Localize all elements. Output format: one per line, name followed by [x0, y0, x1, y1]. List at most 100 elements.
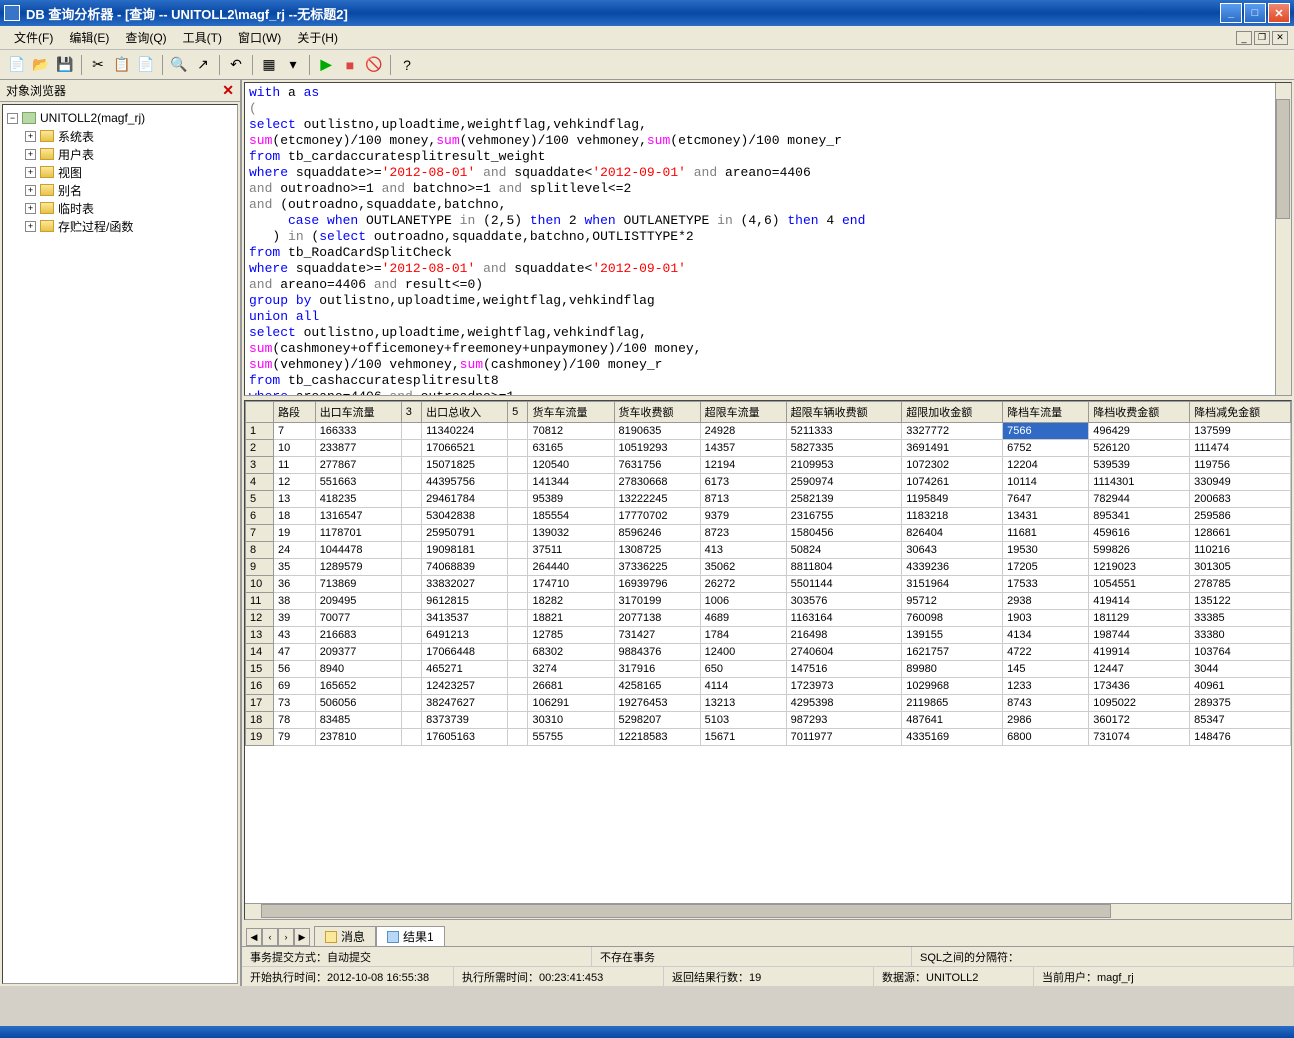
data-cell[interactable]: 539539 [1089, 457, 1190, 474]
data-cell[interactable]: 1621757 [902, 644, 1003, 661]
data-cell[interactable]: 27830668 [614, 474, 700, 491]
data-cell[interactable]: 1784 [700, 627, 786, 644]
data-cell[interactable]: 3413537 [422, 610, 508, 627]
data-cell[interactable]: 2109953 [786, 457, 902, 474]
find-icon[interactable]: 🔍 [168, 54, 190, 76]
data-cell[interactable]: 43 [274, 627, 316, 644]
data-cell[interactable]: 264440 [528, 559, 614, 576]
tab-messages[interactable]: 消息 [314, 926, 376, 946]
data-cell[interactable]: 106291 [528, 695, 614, 712]
data-cell[interactable]: 53042838 [422, 508, 508, 525]
data-cell[interactable] [401, 661, 421, 678]
data-cell[interactable] [401, 440, 421, 457]
data-cell[interactable]: 2590974 [786, 474, 902, 491]
data-cell[interactable]: 1903 [1003, 610, 1089, 627]
data-cell[interactable]: 259586 [1190, 508, 1291, 525]
data-cell[interactable]: 303576 [786, 593, 902, 610]
column-header[interactable]: 降档减免金额 [1190, 402, 1291, 423]
data-cell[interactable] [508, 457, 528, 474]
data-cell[interactable] [401, 695, 421, 712]
data-cell[interactable]: 12785 [528, 627, 614, 644]
row-number[interactable]: 18 [246, 712, 274, 729]
data-cell[interactable]: 137599 [1190, 423, 1291, 440]
data-cell[interactable]: 24 [274, 542, 316, 559]
data-cell[interactable]: 17605163 [422, 729, 508, 746]
data-cell[interactable]: 16939796 [614, 576, 700, 593]
data-cell[interactable]: 12 [274, 474, 316, 491]
data-cell[interactable]: 30643 [902, 542, 1003, 559]
data-cell[interactable]: 68302 [528, 644, 614, 661]
tree-root[interactable]: − UNITOLL2(magf_rj) [7, 109, 233, 127]
data-cell[interactable] [508, 440, 528, 457]
hscroll-thumb[interactable] [261, 904, 1111, 918]
minimize-button[interactable]: _ [1220, 3, 1242, 23]
data-cell[interactable]: 12204 [1003, 457, 1089, 474]
data-cell[interactable]: 4114 [700, 678, 786, 695]
data-cell[interactable] [508, 576, 528, 593]
table-row[interactable]: 1979237810176051635575512218583156717011… [246, 729, 1291, 746]
data-cell[interactable]: 17205 [1003, 559, 1089, 576]
data-cell[interactable]: 9379 [700, 508, 786, 525]
data-cell[interactable]: 1316547 [315, 508, 401, 525]
data-cell[interactable]: 26681 [528, 678, 614, 695]
data-cell[interactable]: 17066521 [422, 440, 508, 457]
data-cell[interactable]: 17066448 [422, 644, 508, 661]
row-number[interactable]: 10 [246, 576, 274, 593]
data-cell[interactable]: 9612815 [422, 593, 508, 610]
data-cell[interactable]: 33832027 [422, 576, 508, 593]
column-header[interactable]: 货车车流量 [528, 402, 614, 423]
data-cell[interactable]: 174710 [528, 576, 614, 593]
row-number[interactable]: 2 [246, 440, 274, 457]
data-cell[interactable]: 5103 [700, 712, 786, 729]
tree-node[interactable]: +视图 [7, 163, 233, 181]
data-cell[interactable]: 19 [274, 525, 316, 542]
data-cell[interactable]: 1233 [1003, 678, 1089, 695]
data-cell[interactable]: 713869 [315, 576, 401, 593]
data-cell[interactable]: 7011977 [786, 729, 902, 746]
table-row[interactable]: 1036713869338320271747101693979626272550… [246, 576, 1291, 593]
column-header[interactable]: 路段 [274, 402, 316, 423]
data-cell[interactable]: 987293 [786, 712, 902, 729]
data-cell[interactable]: 19098181 [422, 542, 508, 559]
data-cell[interactable]: 37336225 [614, 559, 700, 576]
data-cell[interactable]: 8723 [700, 525, 786, 542]
grid-dropdown-icon[interactable]: ▾ [282, 54, 304, 76]
data-cell[interactable]: 73 [274, 695, 316, 712]
data-cell[interactable]: 278785 [1190, 576, 1291, 593]
menu-tools[interactable]: 工具(T) [175, 27, 230, 48]
data-cell[interactable]: 33385 [1190, 610, 1291, 627]
column-header[interactable]: 3 [401, 402, 421, 423]
data-cell[interactable]: 10114 [1003, 474, 1089, 491]
data-cell[interactable]: 26272 [700, 576, 786, 593]
data-cell[interactable]: 216683 [315, 627, 401, 644]
row-number[interactable]: 5 [246, 491, 274, 508]
data-cell[interactable]: 4722 [1003, 644, 1089, 661]
data-cell[interactable] [401, 474, 421, 491]
data-cell[interactable]: 289375 [1190, 695, 1291, 712]
data-cell[interactable]: 95712 [902, 593, 1003, 610]
data-cell[interactable]: 7647 [1003, 491, 1089, 508]
data-cell[interactable]: 12218583 [614, 729, 700, 746]
data-cell[interactable] [508, 644, 528, 661]
data-cell[interactable]: 599826 [1089, 542, 1190, 559]
data-cell[interactable]: 7 [274, 423, 316, 440]
sql-editor[interactable]: with a as ( select outlistno,uploadtime,… [245, 83, 1291, 396]
data-cell[interactable]: 7631756 [614, 457, 700, 474]
data-cell[interactable]: 459616 [1089, 525, 1190, 542]
data-cell[interactable] [401, 423, 421, 440]
data-cell[interactable]: 551663 [315, 474, 401, 491]
data-cell[interactable]: 12447 [1089, 661, 1190, 678]
grid-icon[interactable]: ▦ [258, 54, 280, 76]
data-cell[interactable]: 526120 [1089, 440, 1190, 457]
data-cell[interactable]: 413 [700, 542, 786, 559]
open-icon[interactable]: 📂 [30, 54, 52, 76]
data-cell[interactable]: 4295398 [786, 695, 902, 712]
data-cell[interactable]: 330949 [1190, 474, 1291, 491]
expand-icon[interactable]: + [25, 203, 36, 214]
row-number[interactable]: 11 [246, 593, 274, 610]
data-cell[interactable] [508, 423, 528, 440]
menu-about[interactable]: 关于(H) [289, 27, 346, 48]
data-cell[interactable]: 13 [274, 491, 316, 508]
column-header[interactable]: 出口总收入 [422, 402, 508, 423]
data-cell[interactable] [401, 559, 421, 576]
